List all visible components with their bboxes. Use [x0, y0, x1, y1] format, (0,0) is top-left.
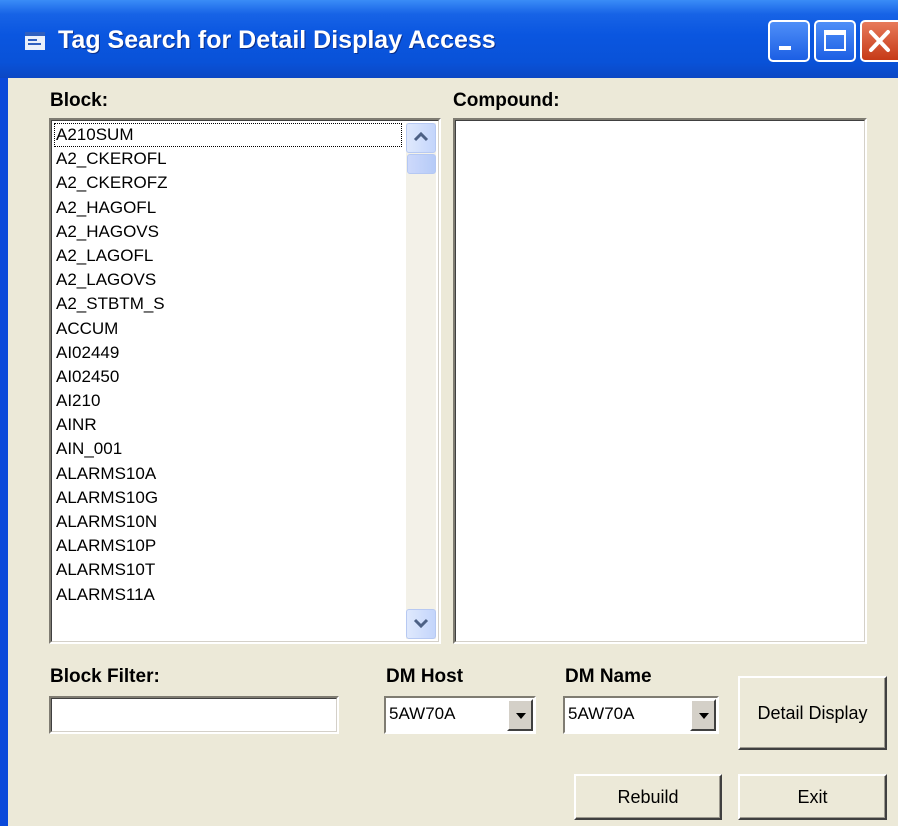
dm-host-label: DM Host: [386, 666, 464, 687]
app-icon: [25, 32, 45, 50]
dm-name-select[interactable]: 5AW70A: [563, 696, 719, 734]
dm-host-select[interactable]: 5AW70A: [384, 696, 536, 734]
exit-button[interactable]: Exit: [738, 774, 887, 820]
scroll-up-button[interactable]: [406, 123, 436, 153]
title-bar[interactable]: Tag Search for Detail Display Access: [0, 0, 898, 78]
list-item[interactable]: AINR: [54, 413, 402, 437]
scroll-down-button[interactable]: [406, 609, 436, 639]
dm-name-value: 5AW70A: [568, 704, 635, 723]
list-item[interactable]: A2_HAGOFL: [54, 196, 402, 220]
list-item[interactable]: A2_LAGOVS: [54, 268, 402, 292]
compound-listbox[interactable]: [453, 118, 867, 644]
dialog-body: Block: Compound: A210SUM A2_CKEROFL A2_CKE…: [8, 78, 898, 826]
window-title: Tag Search for Detail Display Access: [58, 26, 496, 54]
compound-label: Compound:: [453, 90, 560, 111]
list-item[interactable]: A2_CKEROFL: [54, 147, 402, 171]
block-listbox[interactable]: A210SUM A2_CKEROFL A2_CKEROFZ A2_HAGOFL A2_H…: [49, 118, 441, 644]
block-list-items: A210SUM A2_CKEROFL A2_CKEROFZ A2_HAGOFL A2_H…: [54, 123, 402, 607]
dropdown-arrow-icon: [516, 713, 526, 719]
maximize-icon: [824, 30, 846, 51]
list-item[interactable]: AI02450: [54, 365, 402, 389]
list-item[interactable]: ALARMS10A: [54, 462, 402, 486]
list-item[interactable]: A2_STBTM_S: [54, 292, 402, 316]
dropdown-arrow-icon: [699, 713, 709, 719]
list-item[interactable]: ALARMS10T: [54, 558, 402, 582]
list-item[interactable]: AI02449: [54, 341, 402, 365]
list-item[interactable]: A2_CKEROFZ: [54, 171, 402, 195]
block-scrollbar[interactable]: [406, 123, 436, 639]
close-button[interactable]: [860, 20, 898, 62]
list-item[interactable]: ACCUM: [54, 317, 402, 341]
scroll-thumb[interactable]: [407, 154, 436, 174]
block-label: Block:: [50, 90, 109, 111]
dm-name-dropdown-button[interactable]: [690, 699, 716, 731]
list-item[interactable]: A2_HAGOVS: [54, 220, 402, 244]
block-filter-input[interactable]: [49, 696, 339, 734]
list-item[interactable]: ALARMS10N: [54, 510, 402, 534]
block-filter-label: Block Filter:: [50, 666, 160, 687]
list-item[interactable]: AI210: [54, 389, 402, 413]
chevron-down-icon: [413, 618, 429, 629]
close-icon: [869, 30, 890, 52]
dm-host-value: 5AW70A: [389, 704, 456, 723]
dm-host-dropdown-button[interactable]: [507, 699, 533, 731]
list-item[interactable]: ALARMS11A: [54, 583, 402, 607]
list-item[interactable]: A210SUM: [54, 123, 402, 148]
detail-display-button[interactable]: Detail Display: [738, 676, 887, 750]
list-item[interactable]: ALARMS10G: [54, 486, 402, 510]
maximize-button[interactable]: [814, 20, 856, 62]
list-item[interactable]: AIN_001: [54, 437, 402, 461]
app-window: Tag Search for Detail Display Access Blo…: [0, 0, 898, 826]
dm-name-label: DM Name: [565, 666, 652, 687]
list-item[interactable]: A2_LAGOFL: [54, 244, 402, 268]
rebuild-button[interactable]: Rebuild: [574, 774, 722, 820]
minimize-icon: [779, 46, 791, 50]
minimize-button[interactable]: [768, 20, 810, 62]
chevron-up-icon: [413, 131, 429, 142]
list-item[interactable]: ALARMS10P: [54, 534, 402, 558]
